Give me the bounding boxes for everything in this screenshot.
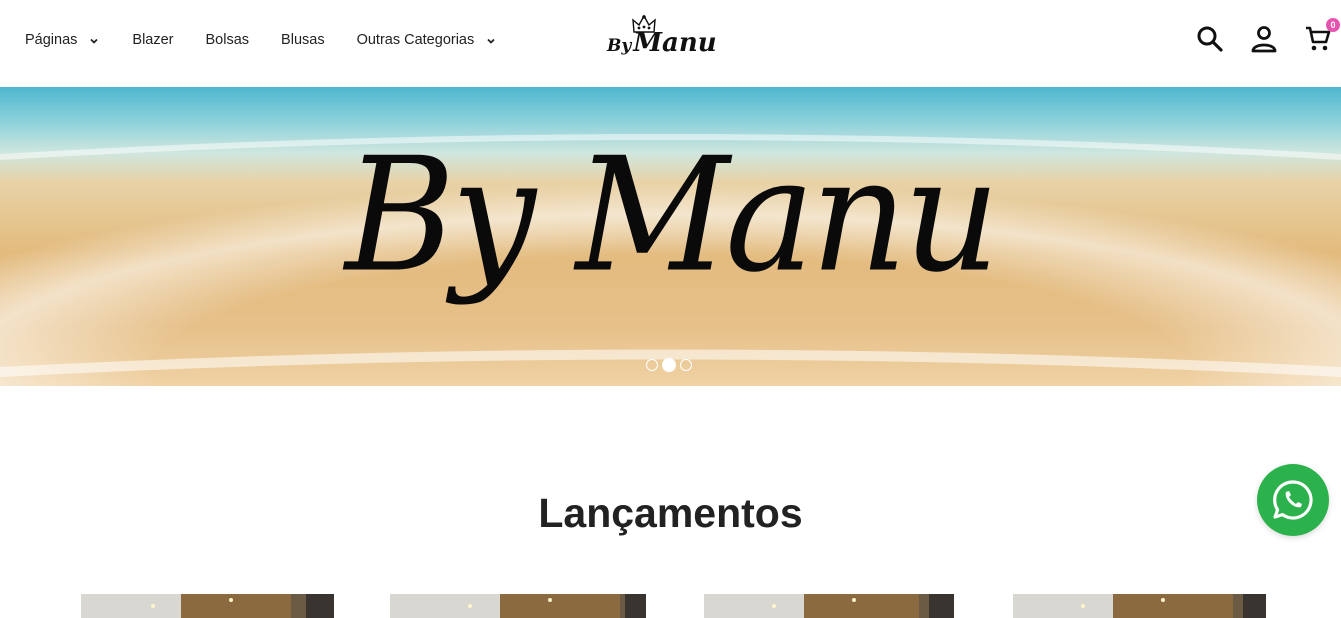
carousel-dot[interactable] — [680, 359, 692, 371]
search-button[interactable] — [1196, 24, 1224, 54]
nav-item-blusas[interactable]: Blusas — [281, 30, 325, 50]
user-icon — [1251, 26, 1277, 53]
whatsapp-icon — [1273, 480, 1313, 520]
nav-item-bolsas[interactable]: Bolsas — [206, 30, 250, 50]
hero-title: By Manu — [345, 124, 1000, 308]
nav-item-label: Outras Categorias — [356, 32, 475, 48]
product-image — [704, 594, 954, 618]
header-icons: 0 — [1196, 18, 1340, 54]
site-header: Páginas Blazer Bolsas Blusas Outras Cate… — [0, 0, 1341, 87]
nav-item-outras-categorias[interactable]: Outras Categorias — [357, 30, 497, 50]
product-image — [390, 594, 646, 618]
product-grid — [0, 594, 1341, 618]
search-icon — [1197, 26, 1223, 52]
site-logo[interactable]: ByManu — [603, 14, 733, 64]
cart-count-badge: 0 — [1326, 18, 1340, 32]
carousel-dot-active[interactable] — [662, 358, 676, 372]
nav-item-label: Páginas — [25, 32, 78, 48]
cart-button[interactable]: 0 — [1304, 18, 1340, 54]
logo-manu: Manu — [633, 28, 717, 58]
product-card[interactable] — [1013, 594, 1266, 618]
product-card[interactable] — [390, 594, 646, 618]
account-button[interactable] — [1250, 24, 1278, 54]
product-card[interactable] — [704, 594, 954, 618]
product-image — [1013, 594, 1266, 618]
nav-item-paginas[interactable]: Páginas — [25, 30, 99, 50]
nav-item-blazer[interactable]: Blazer — [132, 30, 173, 50]
nav-item-label: Blazer — [132, 32, 174, 48]
logo-by: By — [607, 36, 632, 56]
carousel-dot[interactable] — [646, 359, 658, 371]
whatsapp-button[interactable] — [1257, 464, 1329, 536]
hero-banner[interactable]: By Manu — [0, 87, 1341, 386]
nav-item-label: Bolsas — [205, 32, 250, 48]
product-card[interactable] — [81, 594, 334, 618]
logo-text: ByManu — [607, 28, 717, 58]
product-image — [81, 594, 334, 618]
carousel-dots — [646, 358, 692, 372]
chevron-down-icon — [90, 38, 99, 44]
chevron-down-icon — [487, 38, 495, 44]
nav-item-label: Blusas — [281, 32, 325, 48]
main-nav: Páginas Blazer Bolsas Blusas Outras Cate… — [25, 30, 496, 50]
section-title: Lançamentos — [538, 490, 803, 536]
